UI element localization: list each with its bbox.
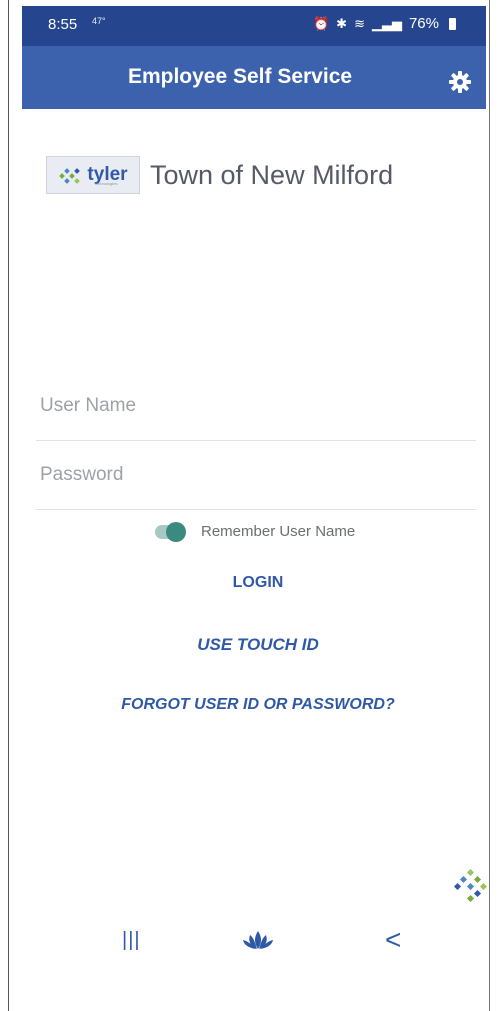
app-header: Employee Self Service (22, 46, 486, 109)
touch-id-button[interactable]: USE TOUCH ID (22, 635, 494, 655)
back-button[interactable]: < (385, 924, 401, 956)
app-title: Employee Self Service (127, 65, 353, 88)
recent-apps-button[interactable]: ||| (122, 929, 141, 952)
password-input[interactable] (36, 455, 460, 495)
alarm-icon: ⏰ (312, 15, 330, 31)
status-bar: 8:55 47° ⏰ ✱ ≋ ▁▃▅ 76% (22, 6, 486, 46)
login-button[interactable]: LOGIN (22, 574, 494, 592)
tyler-logo-mark-icon (59, 168, 81, 184)
signal-icon: ▁▃▅ (371, 15, 402, 31)
remember-toggle-knob (166, 521, 186, 542)
gear-icon[interactable] (448, 70, 472, 94)
tyler-logo: tyler technologies (46, 156, 140, 194)
scan-border-right (489, 0, 490, 1011)
system-nav-bar: ||| < (22, 921, 486, 971)
password-field-container (36, 455, 476, 510)
phone-screen: 8:55 47° ⏰ ✱ ≋ ▁▃▅ 76% Employee Self Ser… (22, 6, 488, 1006)
brand-row: tyler technologies Town of New Milford (46, 156, 393, 194)
organization-name: Town of New Milford (150, 159, 394, 190)
status-icons: ⏰ ✱ ≋ ▁▃▅ 76% (313, 15, 456, 32)
battery-percent: 76% (408, 15, 439, 32)
remember-row: Remember User Name (155, 521, 356, 542)
tyler-logo-subtext: technologies (95, 181, 118, 186)
remember-label: Remember User Name (201, 523, 356, 540)
tyler-corner-logo-icon (454, 868, 488, 902)
scan-border-left (8, 0, 9, 1011)
status-temperature: 47° (92, 16, 106, 26)
remember-toggle[interactable] (155, 521, 186, 542)
forgot-credentials-link[interactable]: FORGOT USER ID OR PASSWORD? (22, 696, 494, 714)
home-lotus-icon[interactable] (240, 929, 276, 951)
battery-icon (449, 17, 456, 30)
wifi-icon: ≋ (354, 15, 365, 31)
username-field-container (36, 386, 476, 441)
username-input[interactable] (36, 386, 460, 426)
bluetooth-icon: ✱ (336, 15, 348, 31)
status-time: 8:55 (48, 16, 78, 33)
